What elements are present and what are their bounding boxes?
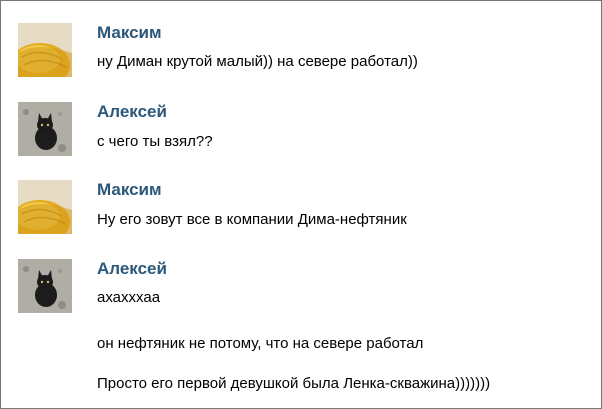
message-text: ну Диман крутой малый)) на севере работа… xyxy=(97,53,418,70)
message-text: Просто его первой девушкой была Ленка-ск… xyxy=(97,375,491,392)
message-text: с чего ты взял?? xyxy=(97,133,213,150)
avatar[interactable] xyxy=(18,180,72,234)
author-name[interactable]: Алексей xyxy=(97,259,167,279)
yellow-sun-hat-avatar-icon xyxy=(18,23,72,77)
black-cat-avatar-icon xyxy=(18,102,72,156)
author-name[interactable]: Максим xyxy=(97,180,162,200)
avatar[interactable] xyxy=(18,23,72,77)
message-text: он нефтяник не потому, что на севере раб… xyxy=(97,335,424,352)
black-cat-avatar-icon xyxy=(18,259,72,313)
yellow-sun-hat-avatar-icon xyxy=(18,180,72,234)
chat-window: Максим ну Диман крутой малый)) на севере… xyxy=(0,0,602,409)
avatar[interactable] xyxy=(18,102,72,156)
author-name[interactable]: Алексей xyxy=(97,102,167,122)
avatar[interactable] xyxy=(18,259,72,313)
message-text: ахахххаа xyxy=(97,289,161,306)
message-text: Ну его зовут все в компании Дима-нефтяни… xyxy=(97,211,407,228)
author-name[interactable]: Максим xyxy=(97,23,162,43)
